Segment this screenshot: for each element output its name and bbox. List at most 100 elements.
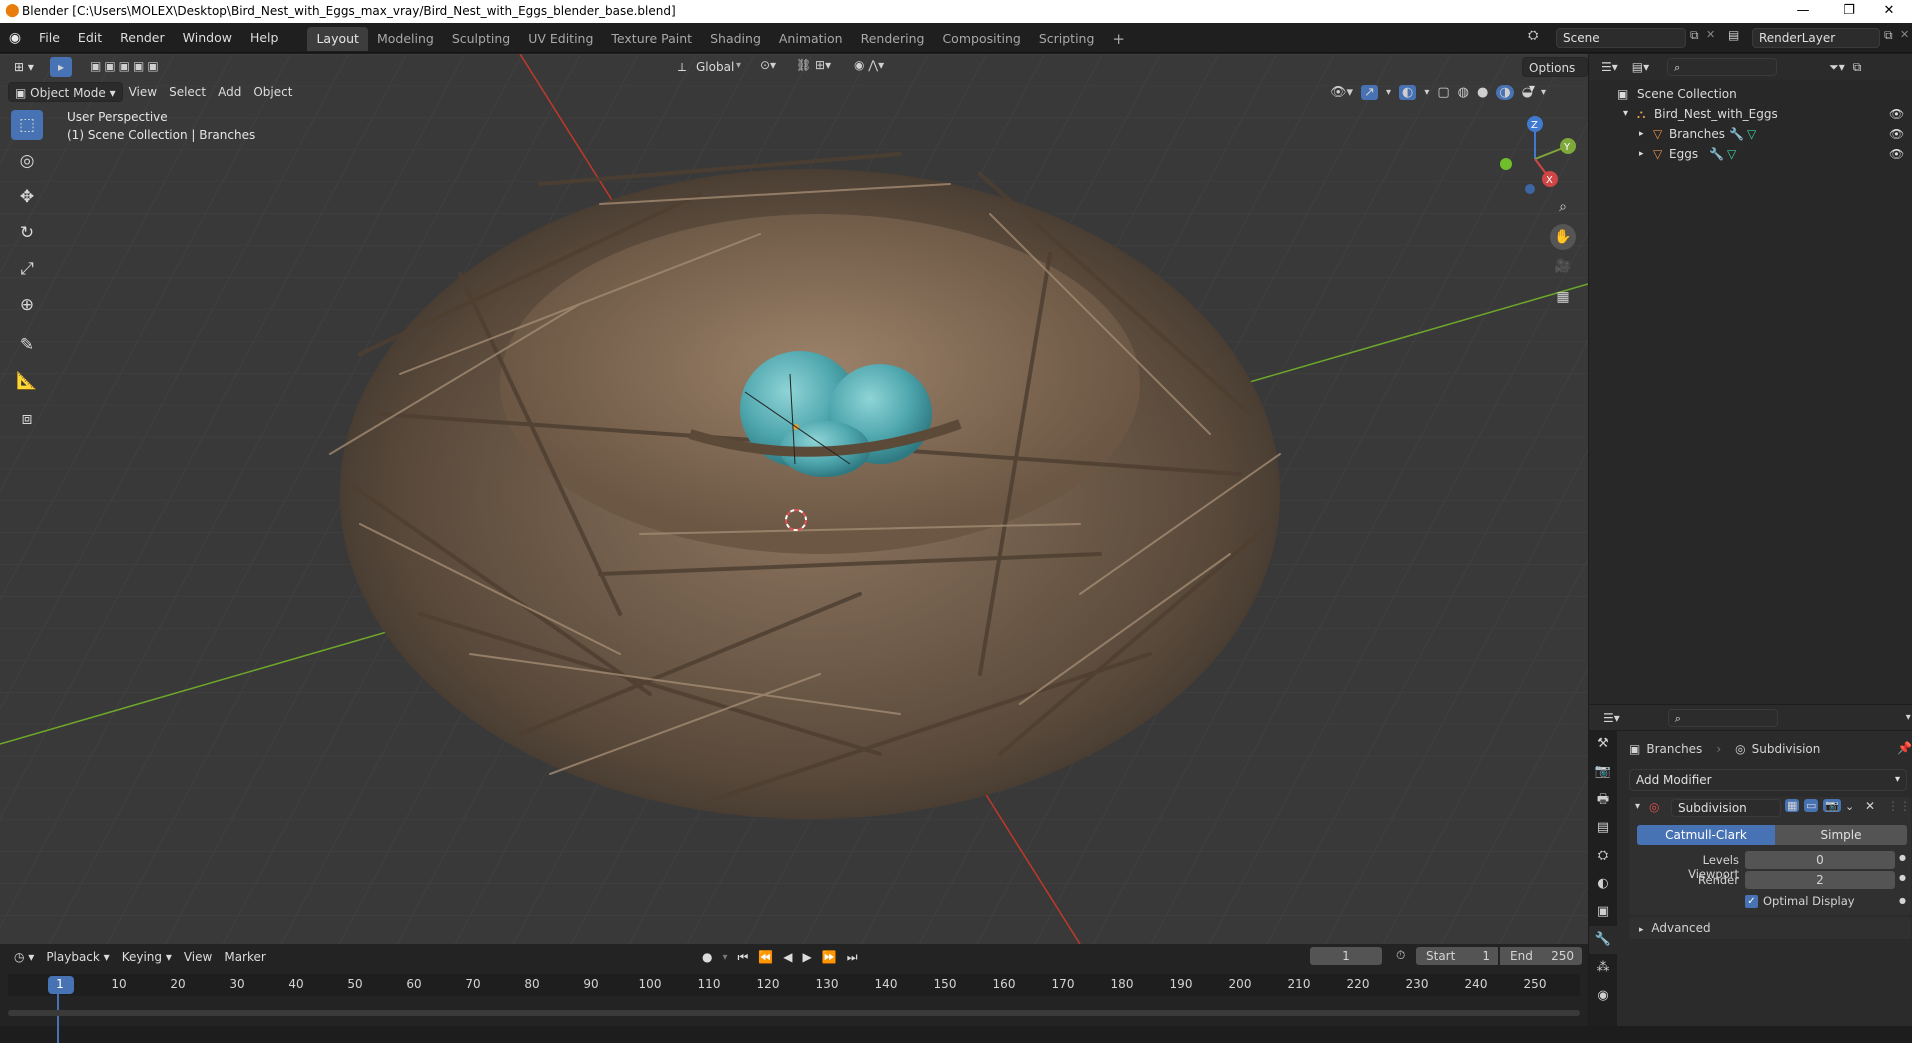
keying-menu-chevron-icon[interactable]: ▾: [722, 952, 727, 963]
overlay-toggle-icon[interactable]: ◐: [1398, 84, 1417, 100]
modifier-wrench-icon[interactable]: 🔧: [1709, 144, 1724, 164]
outliner-row-collection[interactable]: ▾ ⛬ Bird_Nest_with_Eggs 👁: [1589, 104, 1912, 124]
scale-tool-icon[interactable]: ⤢: [11, 254, 43, 284]
tab-rendering[interactable]: Rendering: [852, 27, 934, 51]
timeline-menu-playback[interactable]: Playback ▾: [40, 947, 115, 967]
visibility-icon[interactable]: 👁▾: [1330, 85, 1353, 100]
select-mode-icon[interactable]: ▸: [50, 57, 72, 77]
menu-edit[interactable]: Edit: [69, 23, 111, 53]
shading-menu-chevron-icon[interactable]: ▾: [1541, 87, 1546, 98]
mesh-data-icon[interactable]: ▽: [1727, 144, 1736, 164]
add-modifier-button[interactable]: Add Modifier ▾: [1629, 769, 1907, 791]
stopwatch-icon[interactable]: ⏱: [1396, 948, 1405, 963]
timeline-menu-view[interactable]: View: [178, 947, 218, 967]
options-button[interactable]: Options ▾: [1522, 57, 1588, 95]
annotate-tool-icon[interactable]: ✎: [11, 330, 43, 360]
render-toggle-icon[interactable]: 📷: [1823, 799, 1841, 812]
outliner-search-input[interactable]: ⌕: [1667, 58, 1778, 76]
optimal-display-checkbox[interactable]: ✓: [1745, 895, 1758, 908]
view-layer-tab-icon[interactable]: ▤: [1589, 814, 1617, 842]
menu-file[interactable]: File: [30, 23, 69, 53]
next-keyframe-icon[interactable]: ⏩: [822, 950, 837, 964]
chevron-down-icon[interactable]: ▾: [1906, 712, 1911, 723]
visibility-eye-icon[interactable]: 👁: [1889, 124, 1904, 144]
panel-collapse-icon[interactable]: ▾: [1635, 801, 1640, 812]
outliner-editor-type-icon[interactable]: ☰▾: [1601, 60, 1618, 74]
world-tab-icon[interactable]: ◐: [1589, 870, 1617, 898]
remove-modifier-icon[interactable]: ✕: [1865, 799, 1875, 813]
editmode-toggle-icon[interactable]: ▦: [1785, 799, 1800, 812]
visibility-eye-icon[interactable]: 👁: [1889, 104, 1904, 124]
add-cube-tool-icon[interactable]: ⧈: [11, 404, 43, 434]
viewport-toggle-icon[interactable]: ▭: [1804, 799, 1819, 812]
scene-tab-icon[interactable]: ⛭: [1589, 842, 1617, 870]
play-reverse-icon[interactable]: ◀: [783, 950, 792, 964]
add-workspace-button[interactable]: +: [1103, 27, 1134, 51]
frame-ruler[interactable]: 1 10 20 30 40 50 60 70 80 90 100 110 120…: [8, 974, 1580, 1043]
timeline-scrollbar[interactable]: [8, 1010, 1580, 1016]
tab-sculpting[interactable]: Sculpting: [443, 27, 519, 51]
simple-option[interactable]: Simple: [1775, 825, 1907, 845]
modifier-name-input[interactable]: Subdivision: [1671, 799, 1781, 817]
tab-shading[interactable]: Shading: [701, 27, 770, 51]
keyframe-dot-icon[interactable]: ●: [1899, 896, 1906, 905]
measure-tool-icon[interactable]: 📐: [11, 366, 43, 396]
catmull-clark-option[interactable]: Catmull-Clark: [1637, 825, 1775, 845]
mode-select[interactable]: ▣ Object Mode ▾: [8, 82, 123, 102]
rendered-shading-icon[interactable]: ◒: [1522, 85, 1533, 100]
render-levels-field[interactable]: 2: [1745, 871, 1895, 889]
expand-arrow-icon[interactable]: ▾: [1623, 104, 1628, 124]
close-window-button[interactable]: ✕: [1866, 0, 1912, 23]
viewport-menu-object[interactable]: Object: [247, 82, 298, 102]
properties-search-input[interactable]: ⌕: [1667, 708, 1778, 727]
new-collection-icon[interactable]: ⧉: [1853, 60, 1862, 75]
viewport-menu-add[interactable]: Add: [212, 82, 247, 102]
render-layer-browse-icon[interactable]: ⧉: [1884, 28, 1893, 43]
jump-start-icon[interactable]: ⏮: [738, 950, 749, 965]
particles-tab-icon[interactable]: ⁂: [1589, 954, 1617, 982]
drag-handle-icon[interactable]: ⋮⋮: [1887, 799, 1911, 813]
3d-viewport[interactable]: User Perspective (1) Scene Collection | …: [0, 54, 1588, 944]
transform-orientation-select[interactable]: Global: [690, 57, 740, 77]
viewport-menu-select[interactable]: Select: [163, 82, 212, 102]
visibility-eye-icon[interactable]: 👁: [1889, 144, 1904, 164]
timeline-menu-keying[interactable]: Keying ▾: [116, 947, 178, 967]
select-box-tool-icon[interactable]: ⬚: [11, 110, 43, 140]
keyframe-dot-icon[interactable]: ●: [1899, 873, 1906, 882]
prev-keyframe-icon[interactable]: ⏪: [758, 950, 773, 964]
pivot-point-icon[interactable]: ⊙▾: [760, 58, 776, 72]
output-tab-icon[interactable]: 🖶: [1589, 786, 1617, 814]
pan-view-icon[interactable]: ✋: [1550, 224, 1576, 250]
material-shading-icon[interactable]: ◑: [1496, 84, 1514, 100]
properties-editor-type-icon[interactable]: ☰▾: [1603, 711, 1620, 725]
camera-view-icon[interactable]: 🎥: [1550, 254, 1576, 280]
jump-end-icon[interactable]: ⏭: [847, 950, 858, 965]
chevron-down-icon[interactable]: ▾: [736, 60, 741, 71]
solid-shading-icon[interactable]: ●: [1477, 85, 1488, 100]
gizmo-neg-y-icon[interactable]: [1500, 158, 1512, 170]
current-frame-field[interactable]: 1: [1310, 947, 1382, 965]
rotate-tool-icon[interactable]: ↻: [11, 218, 43, 248]
outliner-row-eggs[interactable]: ▸ ▽ Eggs 🔧 ▽ 👁: [1589, 144, 1912, 164]
xray-toggle-icon[interactable]: ▢: [1437, 85, 1449, 100]
tab-uv-editing[interactable]: UV Editing: [519, 27, 602, 51]
tab-texture-paint[interactable]: Texture Paint: [602, 27, 701, 51]
snap-icon[interactable]: ⛓ ⊞▾: [796, 58, 831, 72]
display-mode-icon[interactable]: ▤▾: [1632, 60, 1649, 74]
modifier-menu-chevron-icon[interactable]: ⌄: [1845, 800, 1854, 813]
modifier-wrench-icon[interactable]: 🔧: [1729, 124, 1744, 144]
tab-compositing[interactable]: Compositing: [933, 27, 1029, 51]
tab-modeling[interactable]: Modeling: [368, 27, 443, 51]
object-tab-icon[interactable]: ▣: [1589, 898, 1617, 926]
mesh-data-icon[interactable]: ▽: [1747, 124, 1756, 144]
wireframe-shading-icon[interactable]: ◍: [1458, 85, 1469, 100]
timeline-menu-marker[interactable]: Marker: [218, 947, 271, 967]
play-icon[interactable]: ▶: [803, 950, 812, 964]
auto-keying-icon[interactable]: ●: [702, 950, 712, 964]
blender-menu-icon[interactable]: ◉: [0, 30, 30, 46]
modifier-tab-icon[interactable]: 🔧: [1589, 926, 1617, 954]
pin-icon[interactable]: 📌: [1897, 741, 1912, 755]
gizmo-neg-z-icon[interactable]: [1525, 184, 1535, 194]
cursor-tool-icon[interactable]: ◎: [11, 146, 43, 176]
filter-icon[interactable]: ⏷▾: [1829, 60, 1845, 75]
